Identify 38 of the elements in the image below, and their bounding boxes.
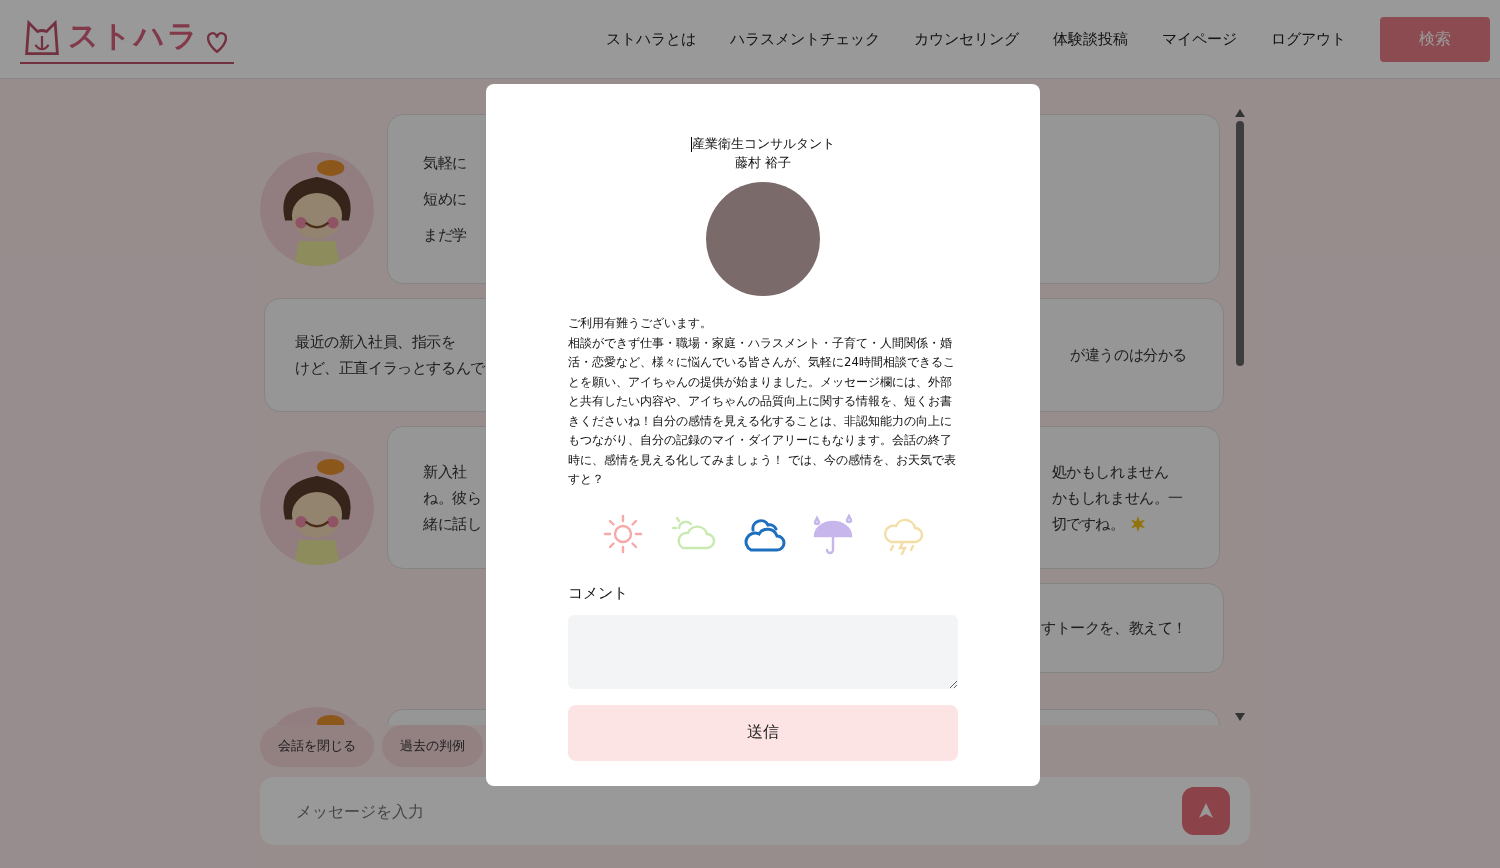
message-text: 短めに: [423, 190, 467, 209]
message-text: 処かもしれません: [1051, 462, 1170, 482]
comment-label: コメント: [568, 583, 628, 603]
message-field[interactable]: メッセージを入力: [260, 777, 1250, 845]
message-text: が違うのは分かる: [1070, 346, 1187, 365]
message-text: 最近の新入社員、指示を: [295, 333, 457, 352]
consultant-name: 藤村 裕子: [735, 155, 791, 172]
message-text: まだ学: [423, 226, 467, 245]
intro-text: ご利用有難うございます。: [568, 315, 713, 332]
nav-link[interactable]: 体験談投稿: [1053, 29, 1128, 49]
submit-button[interactable]: 送信: [568, 704, 958, 761]
nav-link[interactable]: ストハラとは: [606, 29, 696, 49]
message-text: 切ですね。: [1051, 510, 1183, 537]
nav-link[interactable]: ハラスメントチェック: [730, 29, 880, 49]
message-text: かもしれません。一: [1051, 488, 1183, 508]
message-text: ね。彼ら: [423, 488, 482, 508]
scrollbar[interactable]: [1234, 109, 1246, 721]
message-text: 気軽に: [423, 154, 467, 173]
send-icon: [1196, 801, 1216, 821]
message-text: けど、正直イラっとするんで: [295, 359, 485, 378]
intro-text: 相談ができず仕事・職場・家庭・ハラスメント・子育て・人間関係・婚活・恋愛など、様々に悩んでいる皆さんが、気軽に24時間相談できることを願い、アイちゃんの提供が始まりました。メッセージ欄には、外部と共有したい内容や、アイちゃんの品質向上に関する情報を、短くお書きくださいね！自分の感情を見える化することは、非認知能力の向上にもつながり、自分の記録のマイ・ダイアリーにもなります。会話の終了時に、感情を見える化してみましょう！ では、今の感情を、お天気で表すと？: [568, 334, 957, 488]
nav-link[interactable]: カウンセリング: [914, 29, 1019, 49]
send-button[interactable]: [1182, 787, 1230, 835]
heart-icon: [204, 30, 230, 54]
quick-action-chip[interactable]: 会話を閉じる: [260, 725, 374, 767]
quick-action-chip[interactable]: 過去の判例: [382, 725, 483, 767]
nav-link[interactable]: ログアウト: [1271, 29, 1346, 49]
scroll-up-icon[interactable]: [1235, 109, 1245, 117]
message-text: 新入社: [423, 462, 468, 482]
message-text: すトークを、教えて！: [1041, 619, 1187, 638]
message-text: 緒に話し: [423, 514, 482, 534]
text-cursor: [691, 137, 692, 152]
consultant-title: 産業衛生コンサルタント: [692, 136, 835, 153]
nav-link[interactable]: マイページ: [1162, 29, 1237, 49]
scroll-thumb[interactable]: [1236, 121, 1244, 366]
comment-field[interactable]: [568, 614, 958, 689]
scroll-down-icon[interactable]: [1235, 713, 1245, 721]
message-input[interactable]: メッセージを入力: [294, 800, 1182, 822]
